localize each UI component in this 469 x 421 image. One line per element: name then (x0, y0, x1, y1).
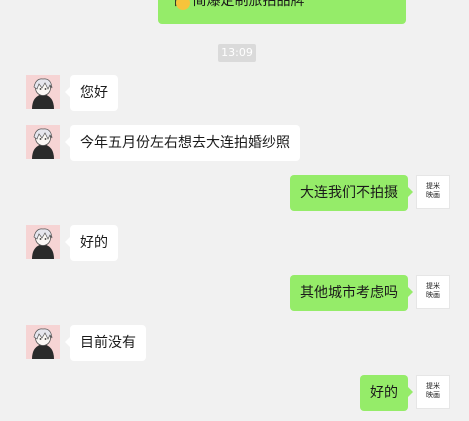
avatar-text: 提米 (426, 182, 440, 190)
message-bubble-incoming[interactable]: 您好 (65, 75, 118, 111)
message-bubble-outgoing[interactable]: 大连我们不拍摄 (290, 175, 413, 211)
self-avatar[interactable]: 提米 映画 (416, 175, 450, 209)
self-avatar[interactable]: 提米 映画 (416, 275, 450, 309)
message-bubble-incoming[interactable]: 今年五月份左右想去大连拍婚纱照 (65, 125, 300, 161)
contact-avatar[interactable] (26, 75, 60, 109)
avatar-text: 映画 (426, 391, 440, 399)
contact-avatar[interactable] (26, 325, 60, 359)
avatar-text: 提米 (426, 382, 440, 390)
avatar-text: 映画 (426, 191, 440, 199)
avatar-text: 映画 (426, 291, 440, 299)
message-bubble-incoming[interactable]: 目前没有 (65, 325, 146, 361)
message-timestamp: 13:09 (218, 44, 256, 62)
contact-avatar[interactable] (26, 125, 60, 159)
message-bubble-outgoing[interactable]: 好的 (360, 375, 413, 411)
message-bubble-outgoing[interactable]: 其他城市考虑吗 (290, 275, 413, 311)
contact-avatar[interactable] (26, 225, 60, 259)
message-bubble-incoming[interactable]: 好的 (65, 225, 118, 261)
avatar-text: 提米 (426, 282, 440, 290)
self-avatar[interactable]: 提米 映画 (416, 375, 450, 409)
message-bubble-outgoing-partial[interactable]: 图 简爆定制旅拍品牌 (158, 0, 406, 24)
chat-history[interactable]: 图 简爆定制旅拍品牌 13:09 您好 今年五月份左右想去大连拍婚纱照 大连我们… (0, 0, 469, 421)
